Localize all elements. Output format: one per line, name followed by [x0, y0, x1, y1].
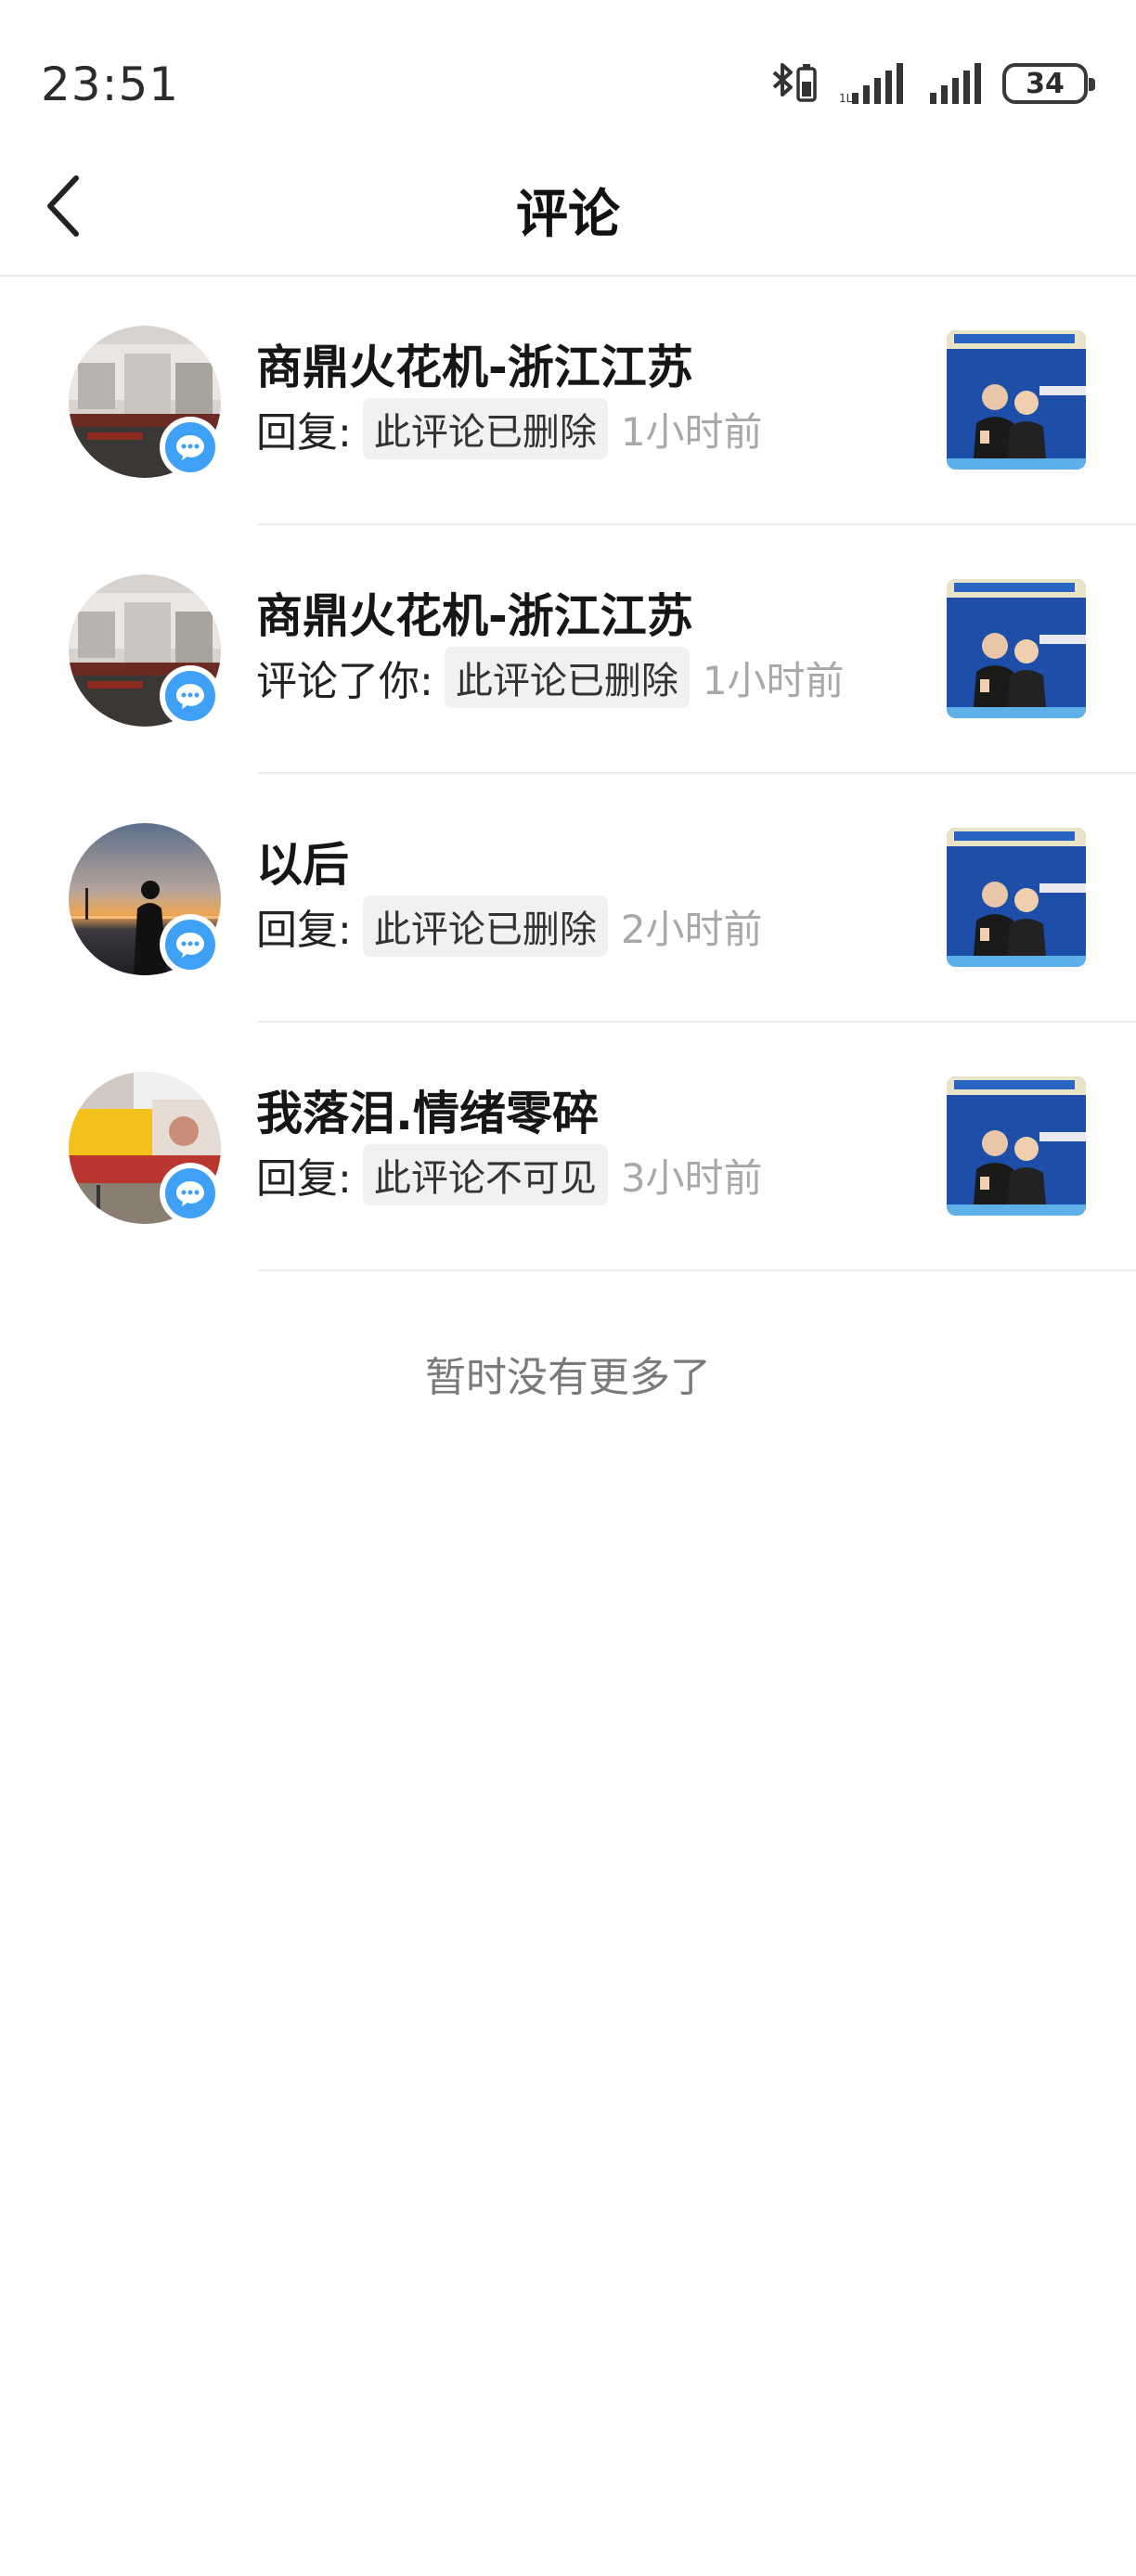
video-thumbnail[interactable] — [947, 1076, 1086, 1216]
thumbnail-image — [947, 1076, 1086, 1216]
timestamp: 1小时前 — [620, 408, 763, 455]
status-time: 23:51 — [41, 58, 180, 111]
username[interactable]: 我落泪.情绪零碎 — [256, 1076, 599, 1143]
comment-bubble-icon — [176, 1181, 204, 1206]
comment-bubble-icon — [176, 435, 204, 460]
action-label: 回复: — [256, 907, 352, 954]
video-thumbnail[interactable] — [947, 579, 1086, 718]
comment-bubble-badge — [160, 1163, 221, 1224]
thumbnail-image — [947, 828, 1086, 967]
timestamp: 2小时前 — [620, 906, 763, 952]
thumbnail-image — [947, 579, 1086, 718]
comment-meta: 回复: 此评论已删除 1小时前 — [256, 398, 763, 459]
comment-meta: 回复: 此评论不可见 3小时前 — [256, 1144, 763, 1205]
no-more-text: 暂时没有更多了 — [425, 1354, 711, 1401]
avatar[interactable] — [69, 1072, 223, 1226]
thumbnail-image — [947, 330, 1086, 470]
username[interactable]: 商鼎火花机-浙江江苏 — [256, 330, 693, 397]
comment-chip: 此评论已删除 — [362, 398, 608, 459]
username[interactable]: 以后 — [256, 828, 349, 895]
list-item[interactable]: 以后 回复: 此评论已删除 2小时前 — [0, 774, 1136, 1023]
comment-chip: 此评论已删除 — [362, 895, 608, 957]
signal-icon-2 — [930, 63, 981, 104]
battery-icon: 34 — [1002, 63, 1095, 104]
comment-bubble-icon — [176, 684, 204, 709]
comment-bubble-badge — [160, 914, 221, 975]
timestamp: 3小时前 — [620, 1154, 763, 1201]
comment-chip: 此评论已删除 — [444, 647, 690, 708]
status-bar: 23:51 1L 34 — [0, 0, 1136, 139]
signal-icon: 1L — [839, 63, 903, 105]
avatar[interactable] — [69, 574, 223, 728]
list-item[interactable]: 商鼎火花机-浙江江苏 评论了你: 此评论已删除 1小时前 — [0, 525, 1136, 774]
comment-bubble-badge — [160, 665, 221, 727]
status-icons: 1L 34 — [767, 59, 1095, 108]
divider — [258, 1269, 1136, 1271]
comment-bubble-icon — [176, 933, 204, 958]
video-thumbnail[interactable] — [947, 828, 1086, 967]
nav-bar: 评论 — [0, 139, 1136, 277]
avatar[interactable] — [69, 823, 223, 977]
action-label: 回复: — [256, 409, 352, 457]
comment-list: 商鼎火花机-浙江江苏 回复: 此评论已删除 1小时前 商鼎火花机-浙江江苏 评论… — [0, 277, 1136, 1271]
video-thumbnail[interactable] — [947, 330, 1086, 470]
action-label: 评论了你: — [256, 658, 433, 705]
action-label: 回复: — [256, 1155, 352, 1203]
page-title: 评论 — [516, 185, 620, 245]
comment-chip: 此评论不可见 — [362, 1144, 608, 1205]
comment-bubble-badge — [160, 417, 221, 478]
timestamp: 1小时前 — [702, 657, 845, 703]
svg-text:1L: 1L — [839, 92, 853, 105]
bluetooth-icon — [772, 63, 817, 102]
list-item[interactable]: 商鼎火花机-浙江江苏 回复: 此评论已删除 1小时前 — [0, 277, 1136, 525]
comment-meta: 回复: 此评论已删除 2小时前 — [256, 895, 763, 957]
username[interactable]: 商鼎火花机-浙江江苏 — [256, 579, 693, 646]
list-item[interactable]: 我落泪.情绪零碎 回复: 此评论不可见 3小时前 — [0, 1023, 1136, 1271]
avatar[interactable] — [69, 326, 223, 480]
comment-meta: 评论了你: 此评论已删除 1小时前 — [256, 647, 845, 708]
